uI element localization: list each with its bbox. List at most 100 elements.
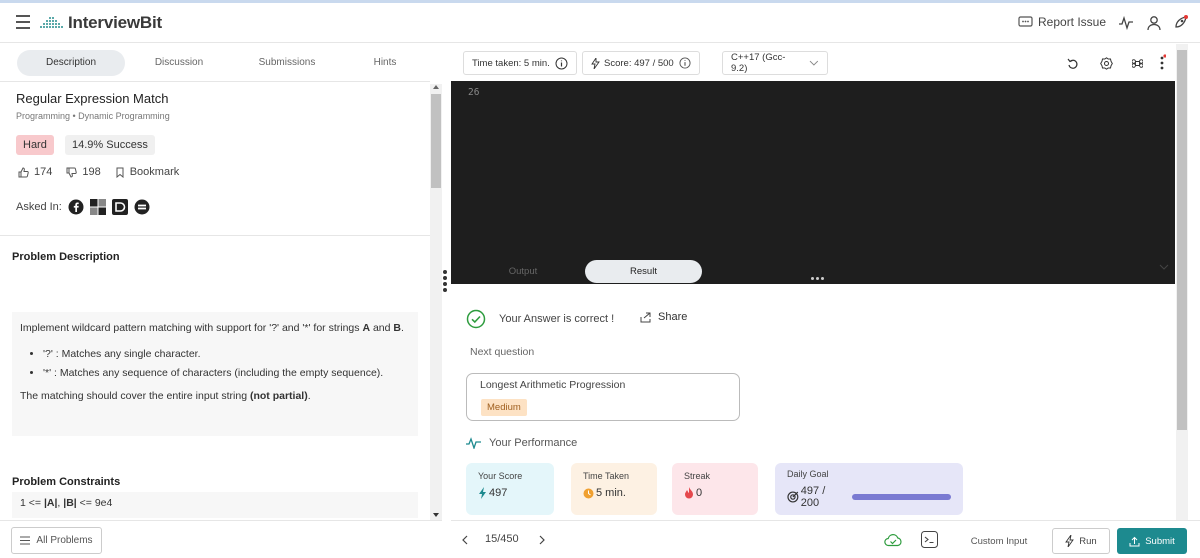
scroll-thumb[interactable] (431, 94, 441, 188)
custom-input-label: Custom Input (970, 535, 1028, 547)
run-label: Run (1079, 535, 1097, 547)
rules-list: '?' : Matches any single character. '*' … (43, 345, 410, 383)
next-question-label: Next question (470, 346, 535, 358)
more-options-icon[interactable] (1158, 54, 1166, 72)
list-item: '*' : Matches any sequence of characters… (43, 364, 410, 383)
time-taken-pill[interactable]: Time taken: 5 min. (463, 51, 577, 75)
asked-in-label: Asked In: (16, 201, 62, 213)
check-circle-icon (466, 309, 486, 329)
shortcut-icon[interactable] (1132, 58, 1143, 69)
info-icon (679, 57, 691, 69)
submit-button[interactable]: Submit (1117, 528, 1187, 554)
company-icon[interactable] (134, 199, 150, 215)
tab-discussion[interactable]: Discussion (126, 50, 232, 76)
next-question-card[interactable]: Longest Arithmetic Progression Medium (466, 373, 740, 421)
tab-result[interactable]: Result (585, 260, 702, 283)
report-issue-label: Report Issue (1038, 15, 1107, 29)
match-bold: (not partial) (249, 390, 308, 402)
brand-logo[interactable]: InterviewBit (38, 13, 162, 33)
result-status: Your Answer is correct ! (466, 309, 614, 329)
terminal-icon[interactable] (921, 531, 938, 548)
top-header: InterviewBit Report Issue (0, 3, 1200, 43)
string-a: A (362, 322, 371, 334)
activity-icon[interactable] (1118, 15, 1134, 31)
collapse-icon[interactable] (1159, 264, 1169, 270)
directi-icon[interactable] (111, 199, 128, 215)
problem-tabs: Description Discussion Submissions Hints (0, 50, 430, 76)
bookmark-label: Bookmark (129, 166, 180, 178)
panel-resize-handle[interactable] (443, 270, 449, 294)
dislike-button[interactable]: 198 (66, 166, 101, 178)
user-icon[interactable] (1146, 15, 1162, 31)
difficulty-badge: Hard (16, 135, 54, 155)
tab-description[interactable]: Description (17, 50, 125, 76)
microsoft-icon[interactable] (89, 199, 106, 215)
like-button[interactable]: 174 (18, 166, 52, 178)
scroll-up-icon[interactable] (432, 84, 440, 90)
scroll-thumb[interactable] (1177, 50, 1187, 430)
bookmark-button[interactable]: Bookmark (115, 166, 180, 178)
problem-title: Regular Expression Match (16, 91, 169, 106)
reset-icon[interactable] (1067, 58, 1079, 70)
problem-page-indicator: 15/450 (485, 533, 519, 545)
run-button[interactable]: Run (1052, 528, 1110, 554)
language-select[interactable]: C++17 (Gcc-9.2) (722, 51, 828, 75)
report-icon (1018, 16, 1033, 27)
streak-card: Streak 0 (672, 463, 758, 515)
goal-progress-bar (851, 494, 951, 500)
constraint-b: |B| (63, 497, 77, 509)
facebook-icon[interactable] (68, 199, 84, 215)
time-card: Time Taken 5 min. (571, 463, 657, 515)
tab-output[interactable]: Output (473, 260, 573, 283)
dislikes-count: 198 (82, 166, 101, 178)
thumbs-down-icon (66, 167, 78, 178)
problem-scrollbar[interactable] (430, 84, 442, 520)
all-problems-button[interactable]: All Problems (11, 527, 102, 554)
rocket-icon[interactable] (1172, 15, 1188, 31)
page-scrollbar[interactable] (1176, 44, 1188, 520)
target-icon (787, 491, 799, 503)
editor-resize-handle[interactable] (811, 277, 826, 280)
menu-icon[interactable] (16, 15, 30, 29)
submit-label: Submit (1145, 535, 1175, 547)
flame-icon (685, 487, 693, 499)
tab-submissions[interactable]: Submissions (234, 50, 340, 76)
editor-panel: Time taken: 5 min. Score: 497 / 500 C++1… (451, 44, 1200, 520)
streak-value: 0 (696, 487, 703, 499)
prev-problem-icon[interactable] (462, 535, 468, 545)
chevron-down-icon (809, 60, 819, 66)
score-card-label: Your Score (478, 471, 523, 481)
problem-tags: Programming • Dynamic Programming (16, 111, 170, 121)
editor-footer: 15/450 Custom Input Run Submit (451, 520, 1200, 558)
settings-icon[interactable] (1100, 57, 1113, 70)
score-card: Your Score 497 (466, 463, 554, 515)
tab-hints[interactable]: Hints (342, 50, 428, 76)
divider (0, 81, 430, 82)
custom-input-button[interactable]: Custom Input (960, 528, 1038, 554)
logo-mark-icon (40, 17, 63, 28)
time-value: 5 min. (596, 487, 626, 499)
code-editor[interactable]: 26 (451, 81, 1175, 284)
streak-card-label: Streak (684, 471, 711, 481)
scroll-down-icon[interactable] (432, 512, 440, 518)
performance-label: Your Performance (489, 437, 578, 449)
success-badge: 14.9% Success (65, 135, 155, 155)
result-tabs: Output Result (473, 260, 703, 283)
streak-card-value: 0 (684, 487, 746, 499)
cloud-sync-icon[interactable] (884, 533, 902, 547)
report-issue-button[interactable]: Report Issue (1018, 15, 1106, 29)
problem-panel: Description Discussion Submissions Hints… (0, 44, 430, 520)
problem-description: Implement wildcard pattern matching with… (12, 312, 418, 436)
next-problem-icon[interactable] (539, 535, 545, 545)
share-button[interactable]: Share (640, 311, 687, 323)
language-label: C++17 (Gcc-9.2) (731, 52, 786, 74)
score-pill[interactable]: Score: 497 / 500 (582, 51, 700, 75)
thumbs-up-icon (18, 166, 29, 177)
left-footer: All Problems (0, 520, 442, 558)
score-value: 497 (489, 487, 508, 499)
string-b: B (393, 322, 401, 334)
bookmark-icon (116, 167, 124, 178)
asked-in: Asked In: (16, 199, 150, 215)
goal-card-label: Daily Goal (787, 469, 829, 479)
constraints-box: 1 <= |A|, |B| <= 9e4 (12, 492, 418, 518)
